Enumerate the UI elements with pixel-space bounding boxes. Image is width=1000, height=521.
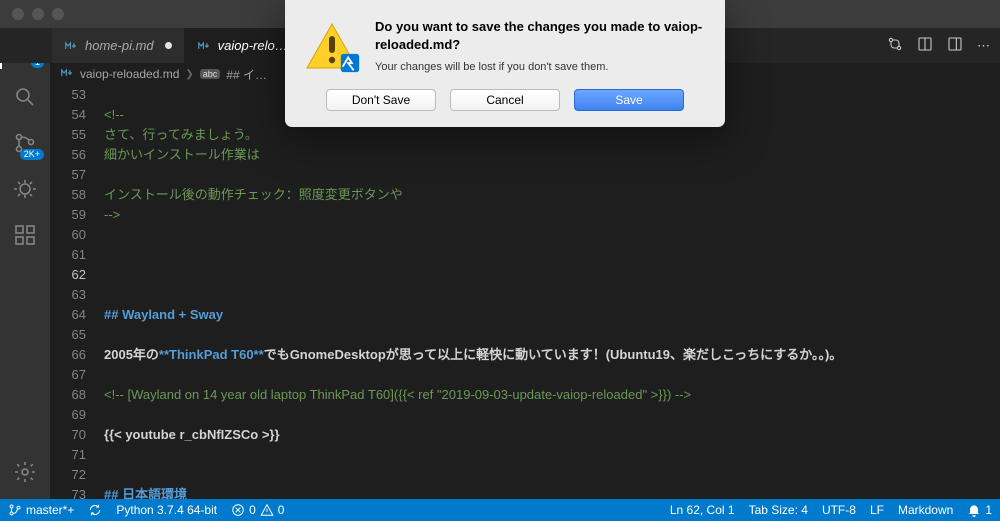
dont-save-button[interactable]: Don't Save — [326, 89, 436, 111]
warning-icon — [305, 18, 359, 72]
dialog-info: Your changes will be lost if you don't s… — [375, 61, 705, 73]
cancel-button[interactable]: Cancel — [450, 89, 560, 111]
save-button[interactable]: Save — [574, 89, 684, 111]
dialog-backdrop: Do you want to save the changes you made… — [0, 0, 1000, 521]
dialog-question: Do you want to save the changes you made… — [375, 18, 705, 53]
save-dialog: Do you want to save the changes you made… — [285, 0, 725, 127]
